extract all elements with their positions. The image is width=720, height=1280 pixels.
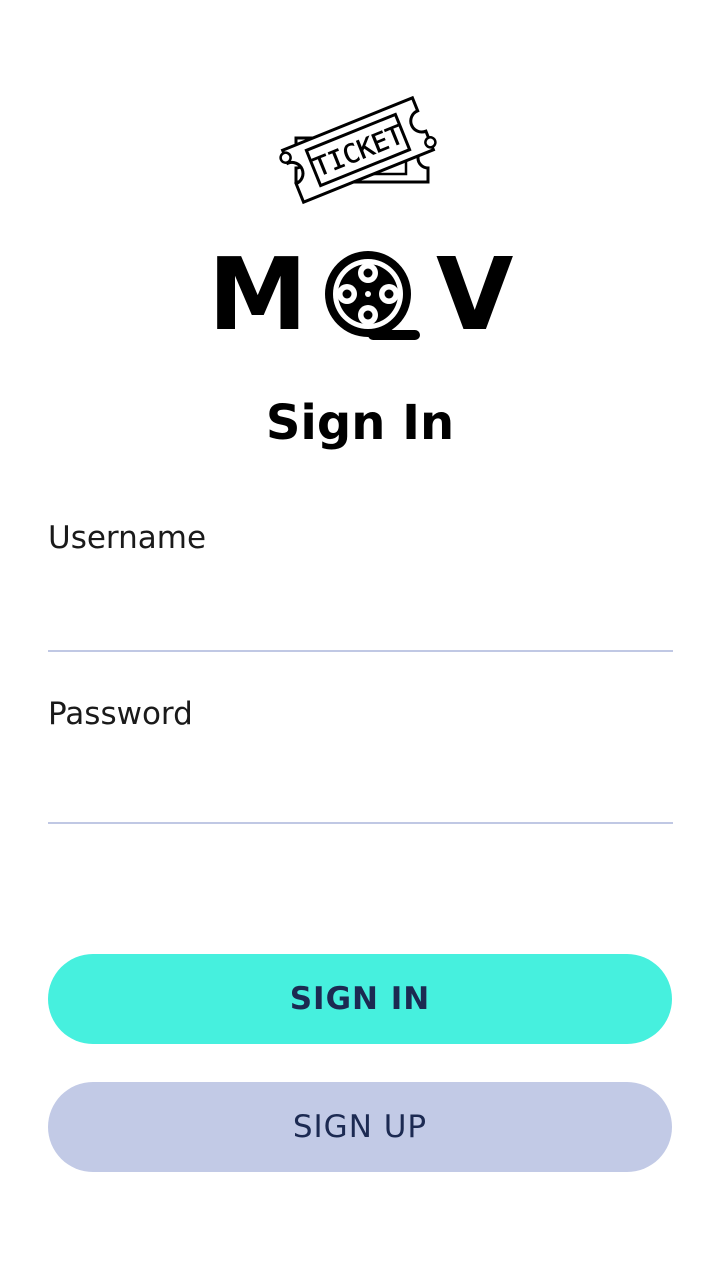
sign-up-button[interactable]: SIGN UP bbox=[48, 1082, 672, 1172]
password-label: Password bbox=[48, 696, 193, 732]
brand-letter-v: V bbox=[436, 236, 514, 353]
sign-in-button[interactable]: SIGN IN bbox=[48, 954, 672, 1044]
brand-logo: M V bbox=[0, 240, 720, 350]
ticket-icon: TICKET bbox=[279, 95, 437, 205]
film-reel-icon bbox=[325, 251, 420, 340]
password-input[interactable] bbox=[48, 768, 673, 824]
username-input[interactable] bbox=[48, 596, 673, 652]
page-title: Sign In bbox=[265, 395, 455, 451]
username-label: Username bbox=[48, 520, 207, 556]
brand-letter-m: M bbox=[208, 236, 308, 353]
